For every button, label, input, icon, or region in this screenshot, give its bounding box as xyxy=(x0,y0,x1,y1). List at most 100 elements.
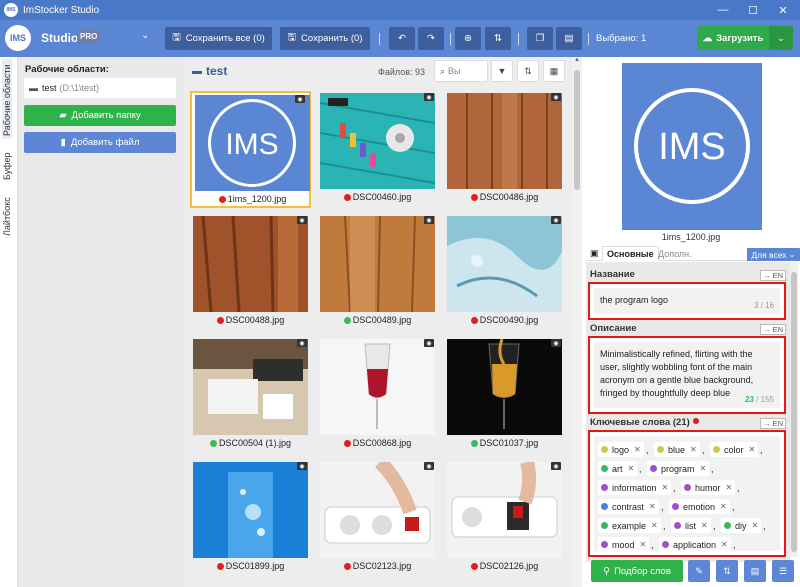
image-tile[interactable]: ◉ DSC00486.jpg xyxy=(444,91,565,208)
description-value[interactable]: Minimalistically refined, flirting with … xyxy=(600,348,774,400)
paste-button[interactable]: ▤ xyxy=(556,27,582,50)
remove-keyword-icon[interactable]: ✕ xyxy=(634,445,641,454)
image-tile[interactable]: IMS ◉ 1ims_1200.jpg xyxy=(190,91,311,208)
image-thumbnail[interactable] xyxy=(193,216,308,312)
image-tile[interactable]: ◉ DSC01899.jpg xyxy=(190,460,311,577)
search-input[interactable]: ⌕ Вы xyxy=(434,60,488,82)
image-thumbnail[interactable] xyxy=(320,462,435,558)
add-folder-button[interactable]: ▰ Добавить папку xyxy=(24,105,176,126)
image-thumbnail[interactable] xyxy=(447,216,562,312)
chevron-down-icon[interactable]: ⌄ xyxy=(141,30,149,41)
remove-keyword-icon[interactable]: ✕ xyxy=(700,464,707,473)
keyword-chip[interactable]: diy ✕ xyxy=(721,518,762,533)
redo-button[interactable]: ↷ xyxy=(418,27,444,50)
pick-keywords-button[interactable]: ⚲ Подбор слов xyxy=(591,560,683,582)
details-scrollbar[interactable] xyxy=(790,262,798,557)
keyword-chip[interactable]: blue ✕ xyxy=(654,442,700,457)
tab-workspaces[interactable]: Рабочие области xyxy=(2,59,12,139)
image-tile[interactable]: ◉ DSC00490.jpg xyxy=(444,214,565,331)
image-thumbnail[interactable] xyxy=(320,339,435,435)
copy-button[interactable]: ❐ xyxy=(527,27,553,50)
close-button[interactable]: ✕ xyxy=(768,0,798,20)
keyword-chip[interactable]: list ✕ xyxy=(671,518,711,533)
save-button[interactable]: 🖫 Сохранить (0) xyxy=(280,27,370,50)
remove-keyword-icon[interactable]: ✕ xyxy=(651,521,658,530)
keyword-chip[interactable]: color ✕ xyxy=(710,442,759,457)
image-thumbnail[interactable] xyxy=(193,462,308,558)
remove-keyword-icon[interactable]: ✕ xyxy=(749,445,756,454)
title-field[interactable]: the program logo 3 / 16 xyxy=(588,282,786,320)
undo-button[interactable]: ↶ xyxy=(389,27,415,50)
workspace-item[interactable]: ▬ test (D:\1\test) xyxy=(24,78,176,98)
tab-lightbox[interactable]: Лайтбокс xyxy=(2,187,12,239)
minimize-button[interactable]: — xyxy=(708,0,738,20)
apply-all-dropdown[interactable]: Для всех ⌄ xyxy=(747,248,800,261)
filter-button[interactable]: ▼ xyxy=(491,60,513,82)
image-thumbnail[interactable] xyxy=(447,462,562,558)
image-tile[interactable]: ◉ DSC00488.jpg xyxy=(190,214,311,331)
edit-button[interactable]: ✎ xyxy=(688,560,710,582)
keywords-field[interactable]: logo ✕, blue ✕, color ✕, art ✕, program ✕, informa… xyxy=(588,430,786,557)
remove-keyword-icon[interactable]: ✕ xyxy=(701,521,708,530)
grid-scrollbar[interactable]: ▲ xyxy=(572,57,582,587)
image-tile[interactable]: ◉ DSC00504 (1).jpg xyxy=(190,337,311,454)
keyword-chip[interactable]: mood ✕ xyxy=(598,537,650,552)
remove-keyword-icon[interactable]: ✕ xyxy=(726,483,733,492)
remove-keyword-icon[interactable]: ✕ xyxy=(662,483,669,492)
keyword-chip[interactable]: example ✕ xyxy=(598,518,661,533)
keyword-chip[interactable]: application ✕ xyxy=(659,537,731,552)
add-file-button[interactable]: ▮ Добавить файл xyxy=(24,132,176,153)
upload-dropdown-button[interactable]: ⌄ xyxy=(769,26,793,50)
image-tile[interactable]: ◉ DSC00868.jpg xyxy=(317,337,438,454)
sort-keywords-button[interactable]: ⇅ xyxy=(716,560,738,582)
image-tile[interactable]: ◉ DSC00489.jpg xyxy=(317,214,438,331)
tab-extra[interactable]: Дополн. xyxy=(654,246,696,261)
remove-keyword-icon[interactable]: ✕ xyxy=(720,502,727,511)
replace-button[interactable]: ⇅ xyxy=(485,27,511,50)
remove-keyword-icon[interactable]: ✕ xyxy=(721,540,728,549)
image-thumbnail[interactable] xyxy=(447,339,562,435)
image-thumbnail[interactable] xyxy=(193,339,308,435)
title-value[interactable]: the program logo xyxy=(600,294,774,307)
view-mode-button[interactable]: ▦ xyxy=(543,60,565,82)
image-tile[interactable]: ◉ DSC02123.jpg xyxy=(317,460,438,577)
upload-button[interactable]: ☁ Загрузить xyxy=(697,26,769,50)
keyword-chip[interactable]: art ✕ xyxy=(598,461,638,476)
remove-keyword-icon[interactable]: ✕ xyxy=(752,521,759,530)
scroll-up-icon[interactable]: ▲ xyxy=(572,57,582,67)
sort-button[interactable]: ⇅ xyxy=(517,60,539,82)
keyword-chip[interactable]: program ✕ xyxy=(647,461,710,476)
description-input[interactable]: Minimalistically refined, flirting with … xyxy=(594,342,780,408)
scrollbar-thumb[interactable] xyxy=(791,272,797,552)
tab-buffer[interactable]: Буфер xyxy=(2,143,12,183)
image-tile[interactable]: ◉ DSC01037.jpg xyxy=(444,337,565,454)
find-button[interactable]: ⊛ xyxy=(455,27,481,50)
brand-name[interactable]: Studio xyxy=(41,31,78,45)
scrollbar-thumb[interactable] xyxy=(574,70,580,190)
menu-button[interactable]: ☰ xyxy=(772,560,794,582)
keyword-chip[interactable]: humor ✕ xyxy=(681,480,736,495)
camera-icon[interactable]: ▣ xyxy=(586,246,600,261)
image-thumbnail[interactable] xyxy=(320,93,435,189)
remove-keyword-icon[interactable]: ✕ xyxy=(690,445,697,454)
image-thumbnail[interactable] xyxy=(447,93,562,189)
keyword-chip[interactable]: information ✕ xyxy=(598,480,672,495)
image-thumbnail[interactable]: IMS xyxy=(195,95,310,191)
translate-button[interactable]: → EN xyxy=(759,418,786,429)
remove-keyword-icon[interactable]: ✕ xyxy=(628,464,635,473)
image-tile[interactable]: ◉ DSC00460.jpg xyxy=(317,91,438,208)
remove-keyword-icon[interactable]: ✕ xyxy=(640,540,647,549)
image-tile[interactable]: ◉ DSC02126.jpg xyxy=(444,460,565,577)
keyword-chip[interactable]: contrast ✕ xyxy=(598,499,659,514)
keyword-chip[interactable]: emotion ✕ xyxy=(669,499,730,514)
translate-button[interactable]: → EN xyxy=(759,324,786,335)
save-all-button[interactable]: 🖫 Сохранить все (0) xyxy=(165,27,272,50)
remove-keyword-icon[interactable]: ✕ xyxy=(649,502,656,511)
description-field[interactable]: Minimalistically refined, flirting with … xyxy=(588,336,786,414)
title-input[interactable]: the program logo 3 / 16 xyxy=(594,288,780,314)
image-thumbnail[interactable] xyxy=(320,216,435,312)
tab-main[interactable]: Основные xyxy=(602,246,659,261)
save-meta-button[interactable]: ▤ xyxy=(744,560,766,582)
keyword-chip[interactable]: logo ✕ xyxy=(598,442,644,457)
translate-button[interactable]: → EN xyxy=(759,270,786,281)
